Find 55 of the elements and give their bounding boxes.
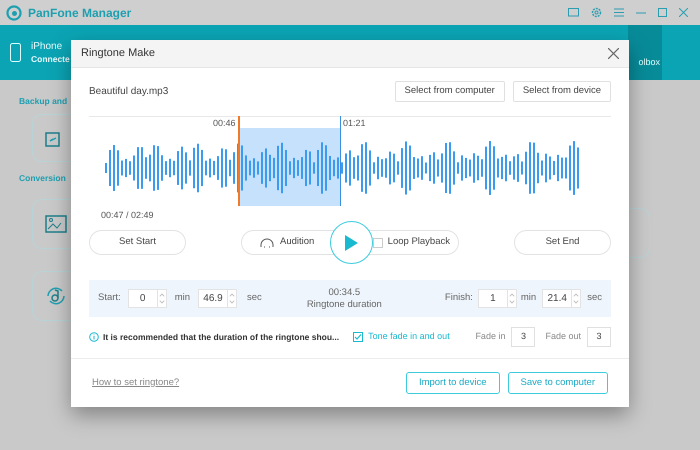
- info-icon: [89, 332, 99, 342]
- spinner-arrows-icon: [506, 290, 516, 307]
- maximize-icon[interactable]: [658, 8, 667, 17]
- finish-label: Finish:: [444, 291, 473, 306]
- select-file-button[interactable]: Select from computer: [394, 81, 505, 102]
- duration-tip: It is recommended that the duration of the ringtone shou...: [103, 330, 340, 344]
- finish-minutes-field[interactable]: 1: [478, 289, 517, 308]
- settings-icon[interactable]: [591, 7, 602, 18]
- checkbox[interactable]: [353, 332, 364, 342]
- start-minutes-field[interactable]: 0: [128, 289, 167, 308]
- app-title: PanFone Manager: [28, 4, 132, 22]
- fade-in-label: Fade in: [475, 330, 506, 344]
- start-marker-time: 00:46: [213, 117, 236, 130]
- dialog-title: Ringtone Make: [81, 46, 155, 62]
- headphones-icon: [260, 238, 274, 248]
- phone-icon: [10, 43, 21, 62]
- unit-label: sec: [587, 291, 602, 306]
- device-status: Connecte: [31, 52, 70, 66]
- close-icon[interactable]: [608, 48, 619, 59]
- fade-in-field[interactable]: 3: [511, 327, 536, 347]
- device-name: iPhone: [31, 40, 64, 52]
- loop-playback-option[interactable]: Loop Playback: [372, 235, 450, 250]
- audition-button[interactable]: Audition: [260, 235, 314, 250]
- toolbox-tab[interactable]: olbox: [628, 25, 662, 80]
- set-start-button[interactable]: Set Start: [89, 230, 186, 255]
- file-name: Beautiful day.mp3: [89, 85, 168, 99]
- start-seconds-field[interactable]: 46.9: [198, 289, 238, 308]
- fade-out-label: Fade out: [545, 330, 581, 344]
- unit-label: min: [520, 291, 536, 306]
- duration-value: 00:34.5: [328, 286, 360, 298]
- section-title: Backup and: [19, 95, 68, 108]
- logo-icon: [6, 4, 22, 20]
- help-link[interactable]: How to set ringtone?: [92, 376, 180, 390]
- menu-icon[interactable]: [614, 8, 624, 17]
- select-file-button[interactable]: Select from device: [512, 81, 611, 102]
- end-marker-time: 01:21: [343, 117, 366, 130]
- play-button[interactable]: [330, 221, 373, 264]
- chat-icon[interactable]: [568, 8, 579, 18]
- spinner-arrows-icon: [156, 290, 166, 307]
- finish-seconds-field[interactable]: 21.4: [542, 289, 582, 308]
- spinner-arrows-icon: [571, 290, 580, 307]
- minimize-icon[interactable]: [636, 12, 646, 14]
- play-icon: [345, 234, 358, 250]
- duration-label: Ringtone duration: [306, 298, 382, 310]
- image-icon: [45, 214, 67, 234]
- checkbox[interactable]: [372, 238, 383, 248]
- unit-label: sec: [247, 291, 262, 306]
- section-title: Conversion: [19, 172, 66, 184]
- unit-label: min: [174, 291, 190, 306]
- spinner-arrows-icon: [227, 290, 236, 307]
- set-end-button[interactable]: Set End: [514, 230, 611, 255]
- fade-out-field[interactable]: 3: [587, 327, 611, 347]
- start-label: Start:: [98, 291, 121, 306]
- music-convert-icon: [45, 284, 67, 306]
- playback-position: 00:47 / 02:49: [101, 209, 154, 222]
